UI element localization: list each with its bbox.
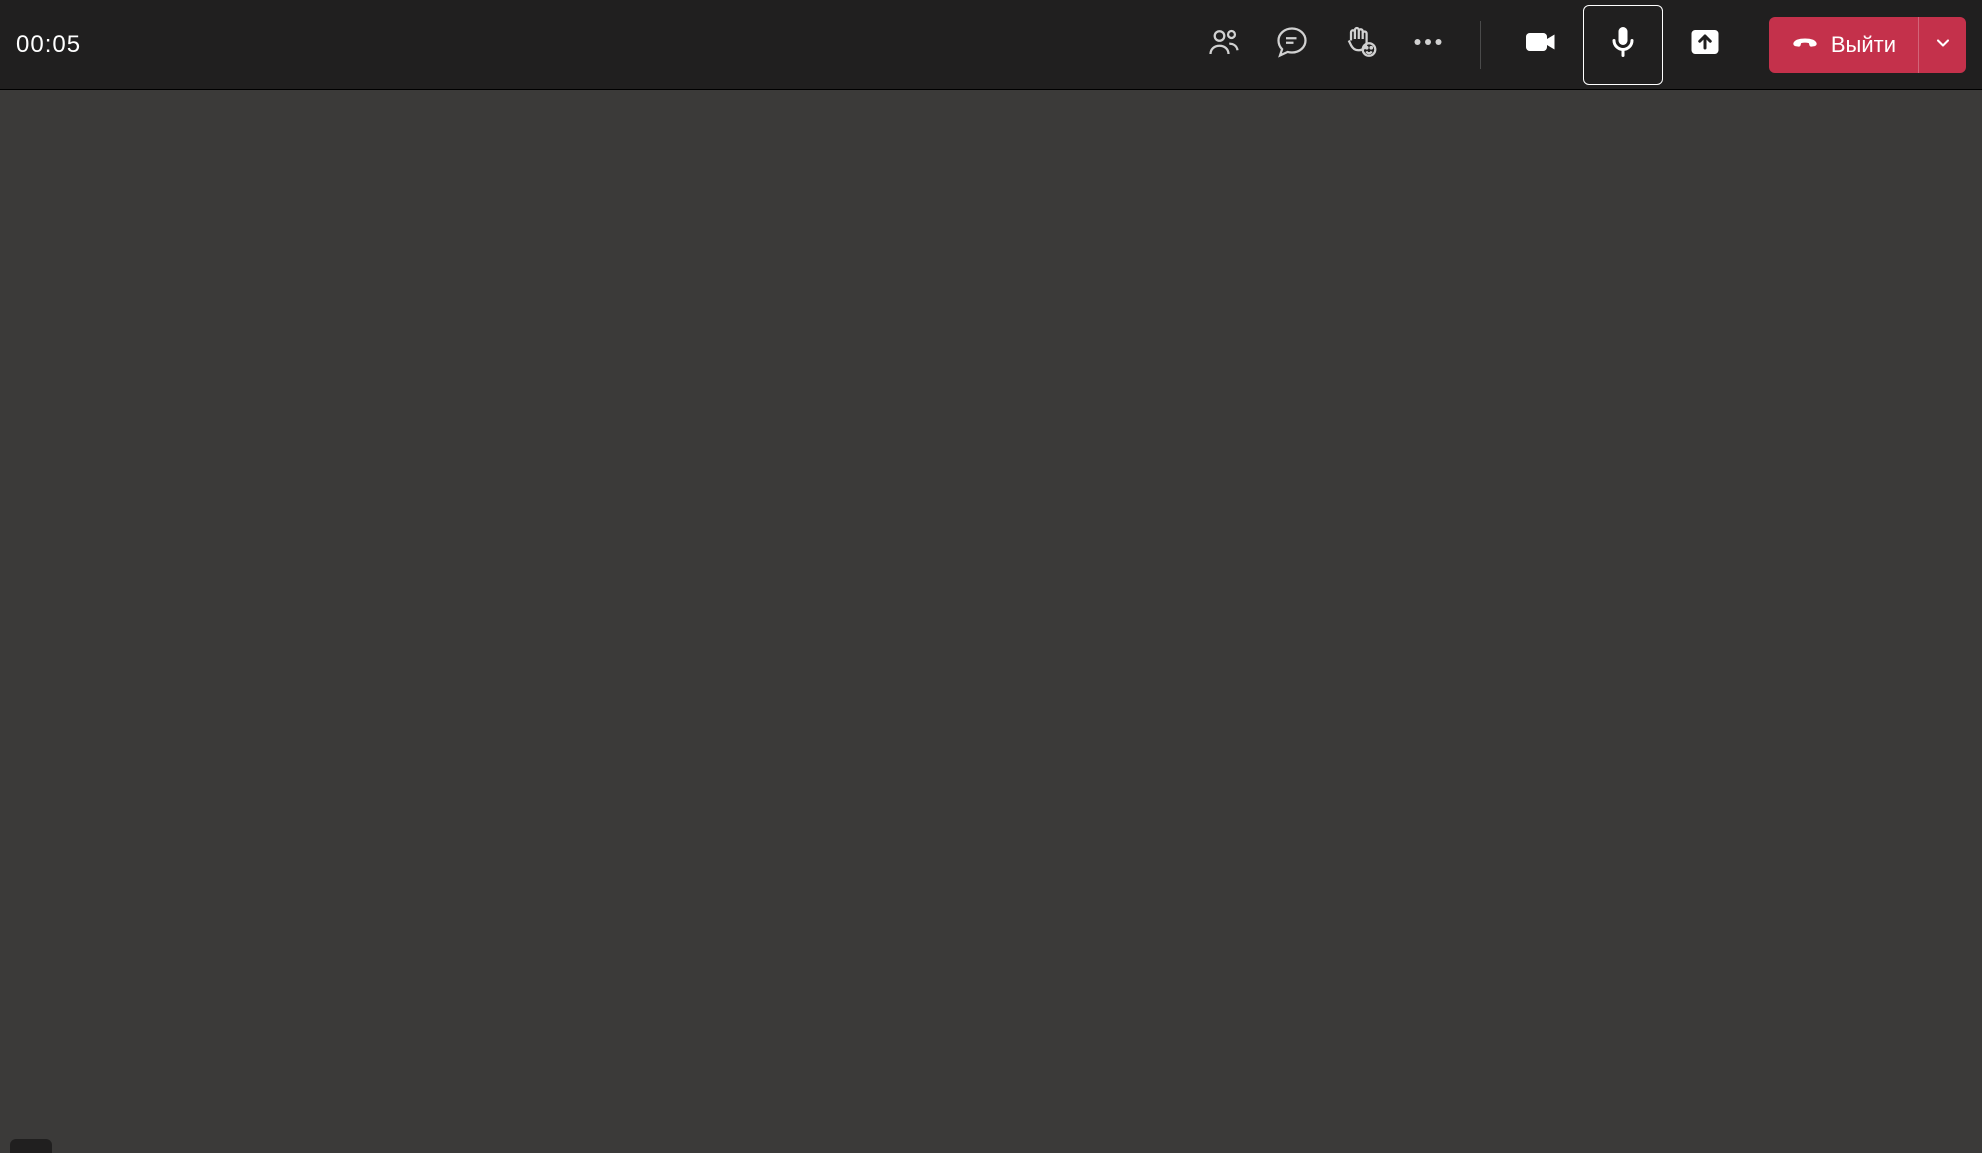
more-options-icon	[1410, 24, 1446, 65]
leave-button-label: Выйти	[1831, 32, 1896, 58]
people-button[interactable]	[1204, 25, 1244, 65]
share-button[interactable]	[1677, 17, 1733, 73]
camera-button[interactable]	[1513, 17, 1569, 73]
more-options-button[interactable]	[1408, 25, 1448, 65]
call-timer: 00:05	[16, 31, 81, 59]
hangup-icon	[1791, 28, 1819, 62]
reactions-button[interactable]	[1340, 25, 1380, 65]
toolbar-controls: Выйти	[1204, 5, 1966, 85]
microphone-icon	[1605, 24, 1641, 65]
microphone-button[interactable]	[1583, 5, 1663, 85]
leave-dropdown-button[interactable]	[1918, 17, 1966, 73]
camera-icon	[1523, 24, 1559, 65]
chat-button[interactable]	[1272, 25, 1312, 65]
toolbar-divider	[1480, 21, 1481, 69]
leave-button-group: Выйти	[1769, 17, 1966, 73]
meeting-toolbar: 00:05	[0, 0, 1982, 90]
leave-button[interactable]: Выйти	[1769, 17, 1918, 73]
chevron-down-icon	[1933, 33, 1953, 56]
bottom-tab[interactable]	[10, 1139, 52, 1153]
people-icon	[1206, 24, 1242, 65]
raise-hand-reactions-icon	[1342, 24, 1378, 65]
chat-icon	[1274, 24, 1310, 65]
meeting-stage	[0, 92, 1982, 1153]
media-controls	[1513, 5, 1733, 85]
share-screen-icon	[1687, 24, 1723, 65]
